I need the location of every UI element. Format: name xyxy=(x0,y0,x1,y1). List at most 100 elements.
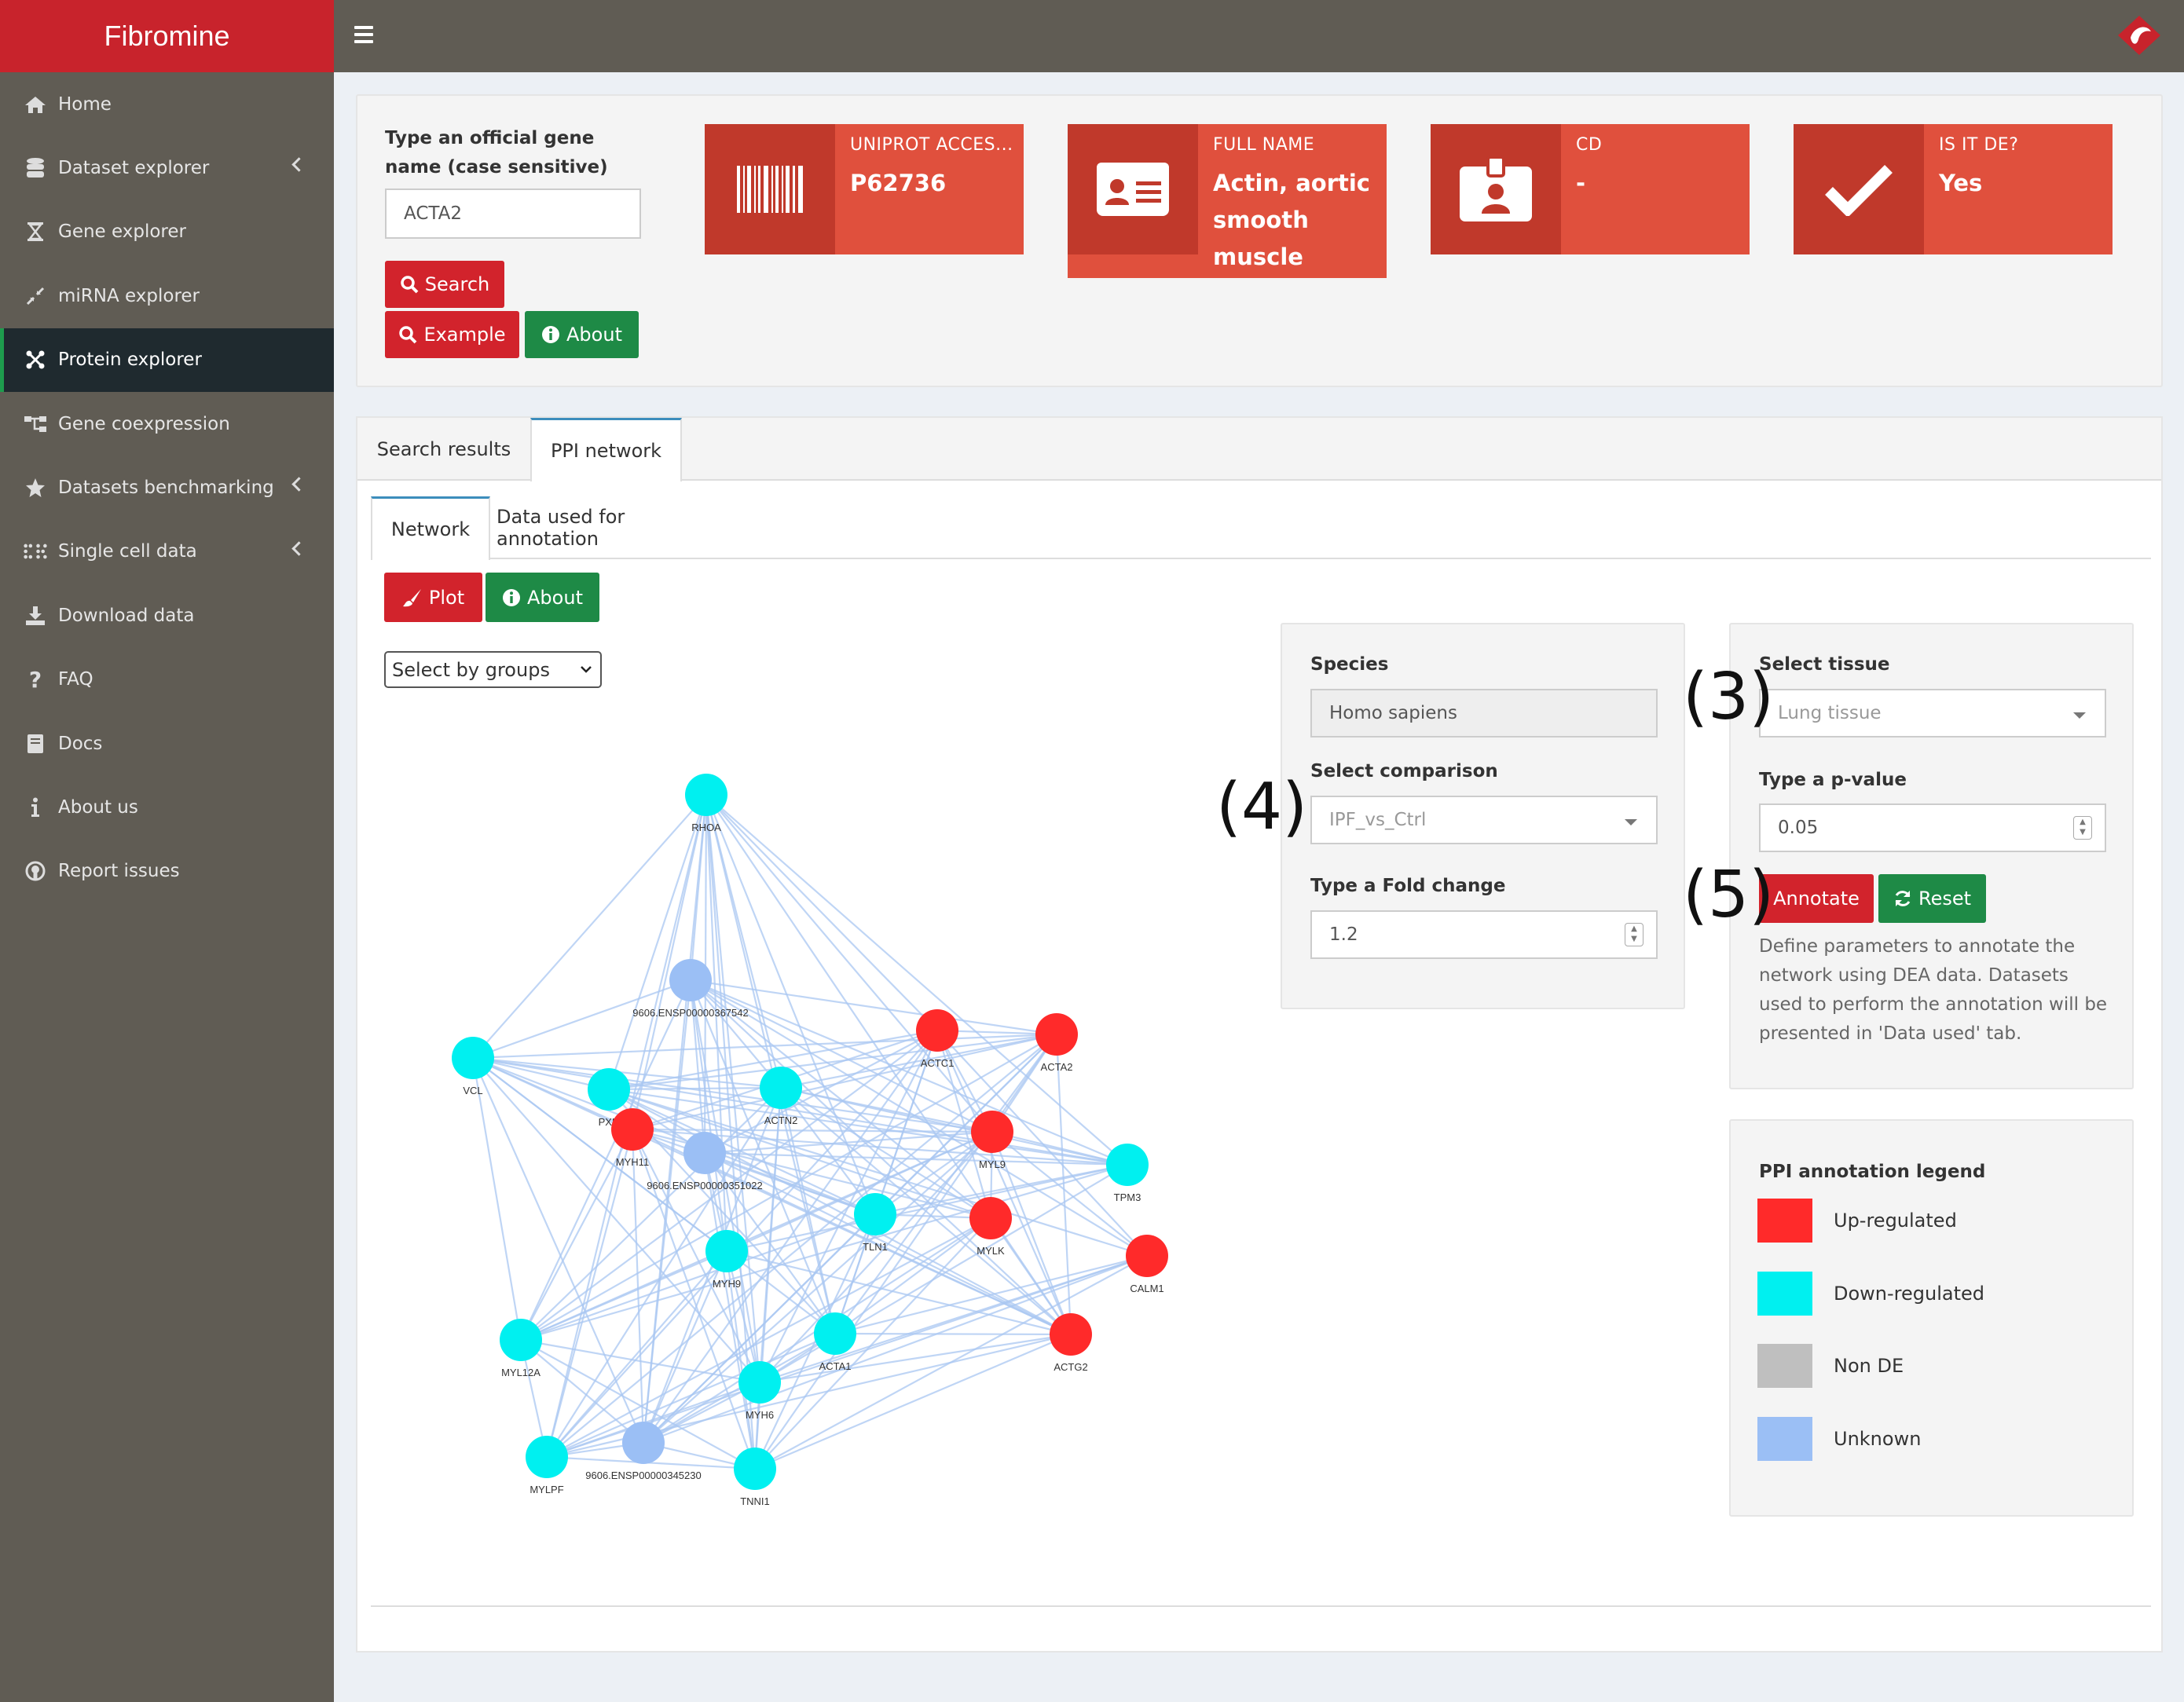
sidebar-item-home[interactable]: Home xyxy=(0,72,334,136)
network-node[interactable] xyxy=(916,1009,958,1052)
sidebar-item-gene-coexpression[interactable]: Gene coexpression xyxy=(0,392,334,456)
check-icon xyxy=(1794,124,1924,254)
network-node[interactable] xyxy=(814,1312,856,1355)
info-box-value: Actin, aortic smooth muscle xyxy=(1213,170,1370,270)
reset-button[interactable]: Reset xyxy=(1878,874,1986,923)
network-node[interactable] xyxy=(1106,1144,1149,1186)
tab-data-used-for-annotation[interactable]: Data used for annotation xyxy=(497,496,732,559)
network-node-label: MYL12A xyxy=(501,1367,541,1378)
fibromine-logo-icon[interactable] xyxy=(2116,14,2162,57)
sidebar-item-single-cell-data[interactable]: Single cell data xyxy=(0,520,334,584)
example-button[interactable]: Example xyxy=(385,311,519,358)
network-node[interactable] xyxy=(685,774,727,816)
sidebar-item-download-data[interactable]: Download data xyxy=(0,584,334,647)
network-node[interactable] xyxy=(669,959,712,1001)
network-node-label: TLN1 xyxy=(863,1241,888,1253)
app-brand[interactable]: Fibromine xyxy=(0,0,334,72)
sidebar-item-dataset-explorer[interactable]: Dataset explorer xyxy=(0,136,334,199)
network-node[interactable] xyxy=(588,1068,630,1111)
sidebar-item-docs[interactable]: Docs xyxy=(0,712,334,775)
ppi-network-graph[interactable]: RHOA9606.ENSP00000367542VCLPXNMYH119606.… xyxy=(384,707,1248,1539)
select-by-groups-dropdown[interactable]: Select by groups xyxy=(384,651,602,688)
sidebar-item-report-issues[interactable]: Report issues xyxy=(0,840,334,903)
legend-label: Non DE xyxy=(1834,1355,1904,1377)
network-node[interactable] xyxy=(969,1197,1012,1239)
annotation-help-text: Define parameters to annotate the networ… xyxy=(1759,936,2108,1044)
spinner-icon[interactable]: ▲ ▼ xyxy=(2073,816,2092,840)
tissue-label: Select tissue xyxy=(1759,654,1890,675)
legend-title: PPI annotation legend xyxy=(1759,1162,1986,1182)
network-node[interactable] xyxy=(1126,1235,1168,1277)
search-icon xyxy=(399,326,417,344)
spinner-icon[interactable]: ▲ ▼ xyxy=(1625,923,1643,946)
network-node-label: ACTN2 xyxy=(764,1115,798,1126)
sidebar-item-mirna-explorer[interactable]: miRNA explorer xyxy=(0,264,334,328)
comparison-value: IPF_vs_Ctrl xyxy=(1329,810,1427,830)
callout-5: (5) xyxy=(1683,858,1775,932)
network-node-label: TNNI1 xyxy=(740,1495,770,1507)
network-node[interactable] xyxy=(452,1037,494,1079)
sidebar-item-faq[interactable]: ? FAQ xyxy=(0,648,334,712)
legend-swatch xyxy=(1757,1344,1812,1388)
tissue-select[interactable]: Lung tissue xyxy=(1759,689,2106,738)
network-node[interactable] xyxy=(705,1230,748,1272)
sidebar-item-gene-explorer[interactable]: Gene explorer xyxy=(0,200,334,264)
sidebar-label: Datasets benchmarking xyxy=(58,478,274,499)
info-box-value: Yes xyxy=(1939,170,1983,196)
legend-swatch xyxy=(1757,1199,1812,1243)
network-about-button[interactable]: About xyxy=(486,573,599,622)
search-button[interactable]: Search xyxy=(385,261,504,308)
network-node-label: MYLK xyxy=(977,1245,1005,1257)
fold-change-input[interactable]: 1.2 ▲ ▼ xyxy=(1310,910,1658,959)
network-node-label: ACTA2 xyxy=(1041,1061,1073,1073)
network-node-label: ACTC1 xyxy=(921,1057,955,1069)
network-node[interactable] xyxy=(1035,1013,1078,1056)
id-badge-icon xyxy=(1431,124,1561,254)
network-node[interactable] xyxy=(760,1067,802,1109)
network-node[interactable] xyxy=(500,1319,542,1361)
info-box-title: FULL NAME xyxy=(1213,135,1315,155)
network-edge xyxy=(472,979,691,1060)
network-node[interactable] xyxy=(1050,1313,1092,1356)
network-node-label: MYH11 xyxy=(616,1156,649,1168)
network-node[interactable] xyxy=(854,1193,896,1235)
legend-item-unknown: Unknown xyxy=(1757,1417,1921,1461)
caret-down-icon xyxy=(2073,712,2086,719)
network-node[interactable] xyxy=(734,1448,776,1490)
gene-name-label: Type an official gene name (case sensiti… xyxy=(385,128,608,178)
network-node-label: TPM3 xyxy=(1114,1191,1141,1203)
sidebar-item-about-us[interactable]: About us xyxy=(0,775,334,839)
network-node[interactable] xyxy=(683,1132,726,1174)
species-field: Homo sapiens xyxy=(1310,689,1658,738)
barcode-icon xyxy=(705,124,835,254)
callout-4: (4) xyxy=(1216,770,1308,844)
comparison-select[interactable]: IPF_vs_Ctrl xyxy=(1310,796,1658,844)
hamburger-menu-icon[interactable] xyxy=(354,26,373,43)
tab-search-results[interactable]: Search results xyxy=(357,418,530,481)
about-button[interactable]: About xyxy=(525,311,639,358)
network-node[interactable] xyxy=(971,1111,1013,1153)
sidebar-label: Single cell data xyxy=(58,541,197,562)
sidebar-label: Report issues xyxy=(58,861,180,882)
example-button-label: Example xyxy=(423,324,506,346)
legend-swatch xyxy=(1757,1417,1812,1461)
pvalue-input[interactable]: 0.05 ▲ ▼ xyxy=(1759,803,2106,852)
sidebar-item-datasets-benchmarking[interactable]: Datasets benchmarking xyxy=(0,456,334,519)
sidebar-item-protein-explorer[interactable]: Protein explorer xyxy=(0,328,334,392)
dots-grid-icon xyxy=(24,540,47,562)
network-node[interactable] xyxy=(526,1436,568,1478)
database-icon xyxy=(24,157,47,179)
gene-name-input[interactable]: ACTA2 xyxy=(385,189,641,239)
tab-ppi-network[interactable]: PPI network xyxy=(530,418,682,481)
annotate-button[interactable]: Annotate xyxy=(1759,874,1874,923)
network-node[interactable] xyxy=(622,1422,665,1464)
info-circle-icon xyxy=(503,588,521,606)
info-box-value: - xyxy=(1576,170,1586,196)
compress-icon xyxy=(24,285,47,307)
network-node[interactable] xyxy=(738,1361,781,1404)
network-edge xyxy=(780,1033,1057,1089)
network-node[interactable] xyxy=(611,1108,654,1151)
tab-network[interactable]: Network xyxy=(371,496,490,560)
plot-button[interactable]: Plot xyxy=(384,573,482,622)
search-button-label: Search xyxy=(424,273,490,295)
